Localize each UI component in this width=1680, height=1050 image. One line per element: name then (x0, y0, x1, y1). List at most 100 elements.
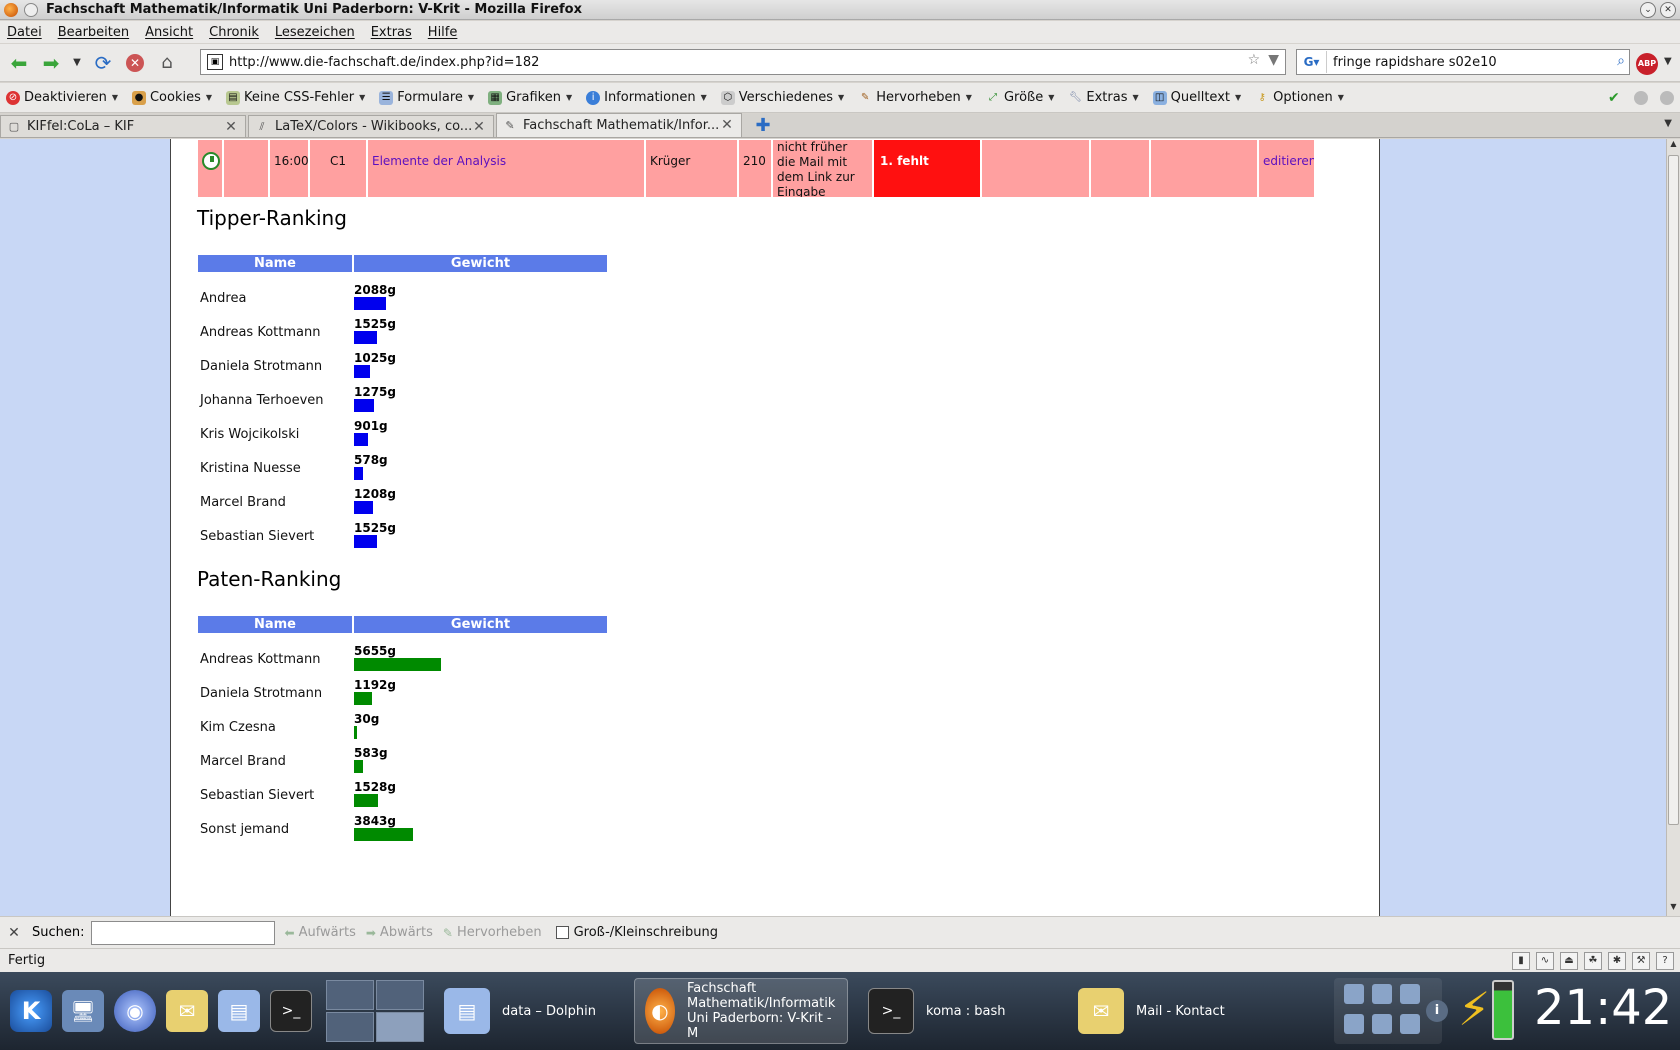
search-engine-icon[interactable]: G▾ (1297, 51, 1327, 73)
edit-link[interactable]: editieren (1259, 140, 1314, 197)
menu-datei[interactable]: Datei (7, 25, 42, 40)
dev-formulare[interactable]: ☰ Formulare ▼ (379, 90, 474, 105)
home-button[interactable]: ⌂ (154, 50, 180, 76)
url-bar[interactable]: ▣ http://www.die-fachschaft.de/index.php… (200, 49, 1286, 75)
find-next-button[interactable]: ➡ Abwärts (366, 925, 433, 940)
close-tab-icon[interactable]: ✕ (719, 117, 735, 133)
monitor-icon[interactable] (1344, 984, 1364, 1004)
menu-hilfe[interactable]: Hilfe (428, 25, 458, 40)
desktop-1[interactable] (326, 980, 374, 1010)
adblock-plus-icon[interactable]: ABP (1636, 53, 1658, 75)
history-dropdown[interactable]: ▼ (70, 50, 84, 76)
reload-icon: ⟳ (94, 50, 112, 75)
match-case-checkbox[interactable]: Groß-/Kleinschreibung (555, 925, 718, 940)
dev-deaktivieren[interactable]: ⊘ Deaktivieren ▼ (6, 90, 118, 105)
mail-icon[interactable]: ✉ (166, 990, 208, 1032)
clipboard-icon[interactable] (1372, 1014, 1392, 1034)
close-tab-icon[interactable]: ✕ (223, 119, 239, 135)
battery-icon[interactable] (1492, 980, 1514, 1040)
url-text[interactable]: http://www.die-fachschaft.de/index.php?i… (229, 55, 539, 70)
forward-button[interactable]: ➡ (38, 50, 64, 76)
clock[interactable]: 21:42 (1534, 980, 1672, 1036)
konqueror-icon[interactable]: ◉ (114, 990, 156, 1032)
desktop-3[interactable] (326, 1012, 374, 1042)
back-button[interactable]: ⬅ (6, 50, 32, 76)
help-icon[interactable]: ? (1656, 952, 1674, 970)
validation-ok-icon[interactable]: ✔ (1608, 91, 1622, 105)
dev-extras[interactable]: 🔧︎ Extras ▼ (1068, 90, 1139, 105)
task-kontact[interactable]: ✉ Mail - Kontact (1068, 978, 1278, 1044)
site-identity-icon[interactable]: ▣ (207, 54, 223, 70)
highlight-all-button[interactable]: ✎ Hervorheben (443, 925, 542, 940)
scroll-up-arrow-icon[interactable]: ▲ (1667, 139, 1680, 153)
clock-tray-icon[interactable] (1372, 984, 1392, 1004)
url-dropdown-icon[interactable]: ▼ (1268, 52, 1279, 68)
tab-latex-colors[interactable]: ⫽ LaTeX/Colors - Wikibooks, co... ✕ (248, 115, 494, 137)
desktop-pager[interactable] (326, 980, 424, 1042)
search-input[interactable]: fringe rapidshare s02e10 (1327, 55, 1497, 70)
vertical-scrollbar[interactable]: ▲ ▼ (1666, 139, 1680, 916)
desktop-4[interactable] (376, 1012, 424, 1042)
highlight-label: Hervorheben (456, 925, 542, 940)
terminal-icon[interactable]: >_ (270, 990, 312, 1032)
task-terminal[interactable]: >_ koma : bash (858, 978, 1058, 1044)
course-link[interactable]: Elemente der Analysis (368, 140, 644, 197)
book-icon[interactable]: ▮ (1512, 952, 1530, 970)
search-icon[interactable]: ⌕ (1617, 53, 1625, 69)
menu-lesezeichen[interactable]: Lesezeichen (275, 25, 355, 40)
dev-cookies[interactable]: ● Cookies ▼ (131, 90, 212, 105)
column-header-weight: Gewicht (354, 255, 607, 272)
menu-ansicht[interactable]: Ansicht (145, 25, 193, 40)
find-previous-button[interactable]: ⬅ Aufwärts (285, 925, 356, 940)
dev-quelltext[interactable]: ◫ Quelltext ▼ (1152, 90, 1241, 105)
tools-icon[interactable]: ⚒ (1632, 952, 1650, 970)
dev-css[interactable]: ▤ Keine CSS-Fehler ▼ (226, 90, 365, 105)
kde-menu-icon[interactable]: K (10, 990, 52, 1032)
find-input[interactable] (90, 920, 275, 945)
task-dolphin[interactable]: ▤ data – Dolphin (434, 978, 624, 1044)
dev-optionen[interactable]: ⚷ Optionen ▼ (1255, 90, 1343, 105)
ranking-weight-label: 3843g (354, 814, 396, 828)
js-status-icon[interactable] (1660, 91, 1674, 105)
dev-verschiedenes[interactable]: ⬡ Verschiedenes ▼ (720, 90, 844, 105)
close-tab-icon[interactable]: ✕ (471, 119, 487, 135)
file-manager-icon[interactable]: ▤ (218, 990, 260, 1032)
upload-icon[interactable]: ⏏ (1560, 952, 1578, 970)
lecturer-cell: Krüger (646, 140, 737, 197)
css-status-icon[interactable] (1634, 91, 1648, 105)
page-viewport[interactable]: 16:00 C1 Elemente der Analysis Krüger 21… (0, 139, 1666, 916)
close-find-bar-icon[interactable]: ✕ (4, 925, 24, 941)
minimize-button[interactable]: ⌄ (1640, 2, 1656, 18)
task-firefox[interactable]: ◐ Fachschaft Mathematik/Informatik Uni P… (634, 978, 848, 1044)
dev-groesse[interactable]: ⤢ Größe ▼ (986, 90, 1054, 105)
wave-icon[interactable]: ∿ (1536, 952, 1554, 970)
scroll-down-arrow-icon[interactable]: ▼ (1667, 902, 1680, 916)
adblock-dropdown-icon[interactable]: ▼ (1664, 56, 1672, 67)
info-icon[interactable]: i (1426, 1000, 1448, 1022)
desktop-2[interactable] (376, 980, 424, 1010)
network-icon[interactable] (1400, 984, 1420, 1004)
reload-button[interactable]: ⟳ (90, 50, 116, 76)
search-bar[interactable]: G▾ fringe rapidshare s02e10 ⌕ (1296, 49, 1630, 75)
tab-kiffel[interactable]: ▢ KIFfel:CoLa – KIF ✕ (0, 115, 246, 137)
bug-icon[interactable]: ✱ (1608, 952, 1626, 970)
bookmark-star-icon[interactable]: ☆ (1248, 52, 1261, 68)
new-tab-button[interactable]: ✚ (752, 115, 774, 137)
tab-list-dropdown[interactable]: ▼ (1664, 118, 1672, 129)
menu-chronik[interactable]: Chronik (209, 25, 259, 40)
stop-button[interactable]: ✕ (122, 50, 148, 76)
system-settings-icon[interactable]: 🖥︎ (62, 990, 104, 1032)
scrollbar-thumb[interactable] (1668, 155, 1679, 825)
volume-icon[interactable] (1344, 1014, 1364, 1034)
palm-icon[interactable]: ☘ (1584, 952, 1602, 970)
menu-extras[interactable]: Extras (371, 25, 412, 40)
dev-informationen[interactable]: i Informationen ▼ (586, 90, 707, 105)
menu-bearbeiten[interactable]: Bearbeiten (58, 25, 129, 40)
tab-fachschaft[interactable]: ✎ Fachschaft Mathematik/Infor... ✕ (496, 113, 742, 137)
dev-grafiken[interactable]: ▦ Grafiken ▼ (488, 90, 572, 105)
close-window-button[interactable]: ✕ (1660, 2, 1676, 18)
dev-hervorheben[interactable]: ✎ Hervorheben ▼ (858, 90, 972, 105)
window-menu-button[interactable] (24, 2, 38, 17)
power-lightning-icon[interactable]: ⚡ (1458, 982, 1490, 1036)
update-icon[interactable] (1400, 1014, 1420, 1034)
